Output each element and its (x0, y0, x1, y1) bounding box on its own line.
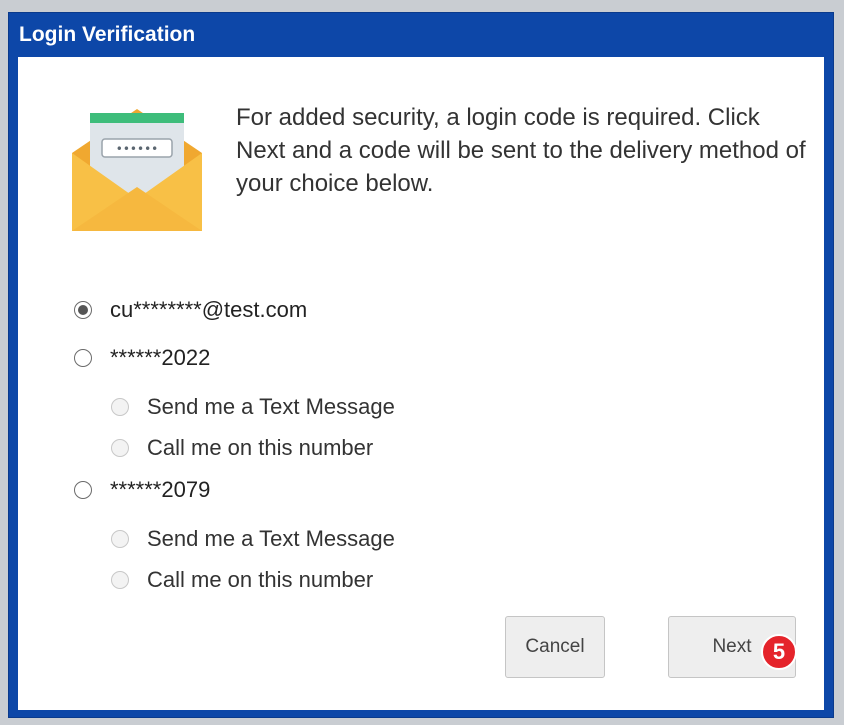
radio-phone-2022-call[interactable] (111, 439, 129, 457)
radio-phone-2022[interactable] (74, 349, 92, 367)
radio-email[interactable] (74, 301, 92, 319)
option-email-label: cu********@test.com (110, 297, 308, 322)
option-phone-2079-call-label: Call me on this number (147, 567, 374, 592)
option-phone-2079-label: ******2079 (110, 477, 211, 502)
option-phone-2022-call-label: Call me on this number (147, 435, 374, 460)
option-phone-2079[interactable]: ******2079 (74, 477, 210, 503)
option-phone-2022-label: ******2022 (110, 345, 211, 370)
radio-phone-2079-text[interactable] (111, 530, 129, 548)
radio-phone-2079[interactable] (74, 481, 92, 499)
code-mask: •••••• (116, 142, 158, 156)
option-phone-2022-text-label: Send me a Text Message (147, 394, 395, 419)
radio-phone-2079-call[interactable] (111, 571, 129, 589)
intro-text: For added security, a login code is requ… (236, 104, 806, 197)
option-email[interactable]: cu********@test.com (74, 297, 307, 323)
step-badge: 5 (761, 634, 797, 670)
option-phone-2079-call[interactable]: Call me on this number (111, 567, 373, 593)
login-verification-dialog: Login Verification •••••• For added secu… (8, 12, 834, 718)
option-phone-2022-call[interactable]: Call me on this number (111, 435, 373, 461)
cancel-button[interactable]: Cancel (505, 616, 605, 678)
radio-phone-2022-text[interactable] (111, 398, 129, 416)
dialog-body: •••••• For added security, a login code … (18, 57, 824, 710)
option-phone-2022[interactable]: ******2022 (74, 345, 210, 371)
email-envelope-icon: •••••• (72, 109, 202, 231)
option-phone-2022-text[interactable]: Send me a Text Message (111, 394, 395, 420)
option-phone-2079-text-label: Send me a Text Message (147, 526, 395, 551)
option-phone-2079-text[interactable]: Send me a Text Message (111, 526, 395, 552)
dialog-title: Login Verification (19, 23, 196, 46)
